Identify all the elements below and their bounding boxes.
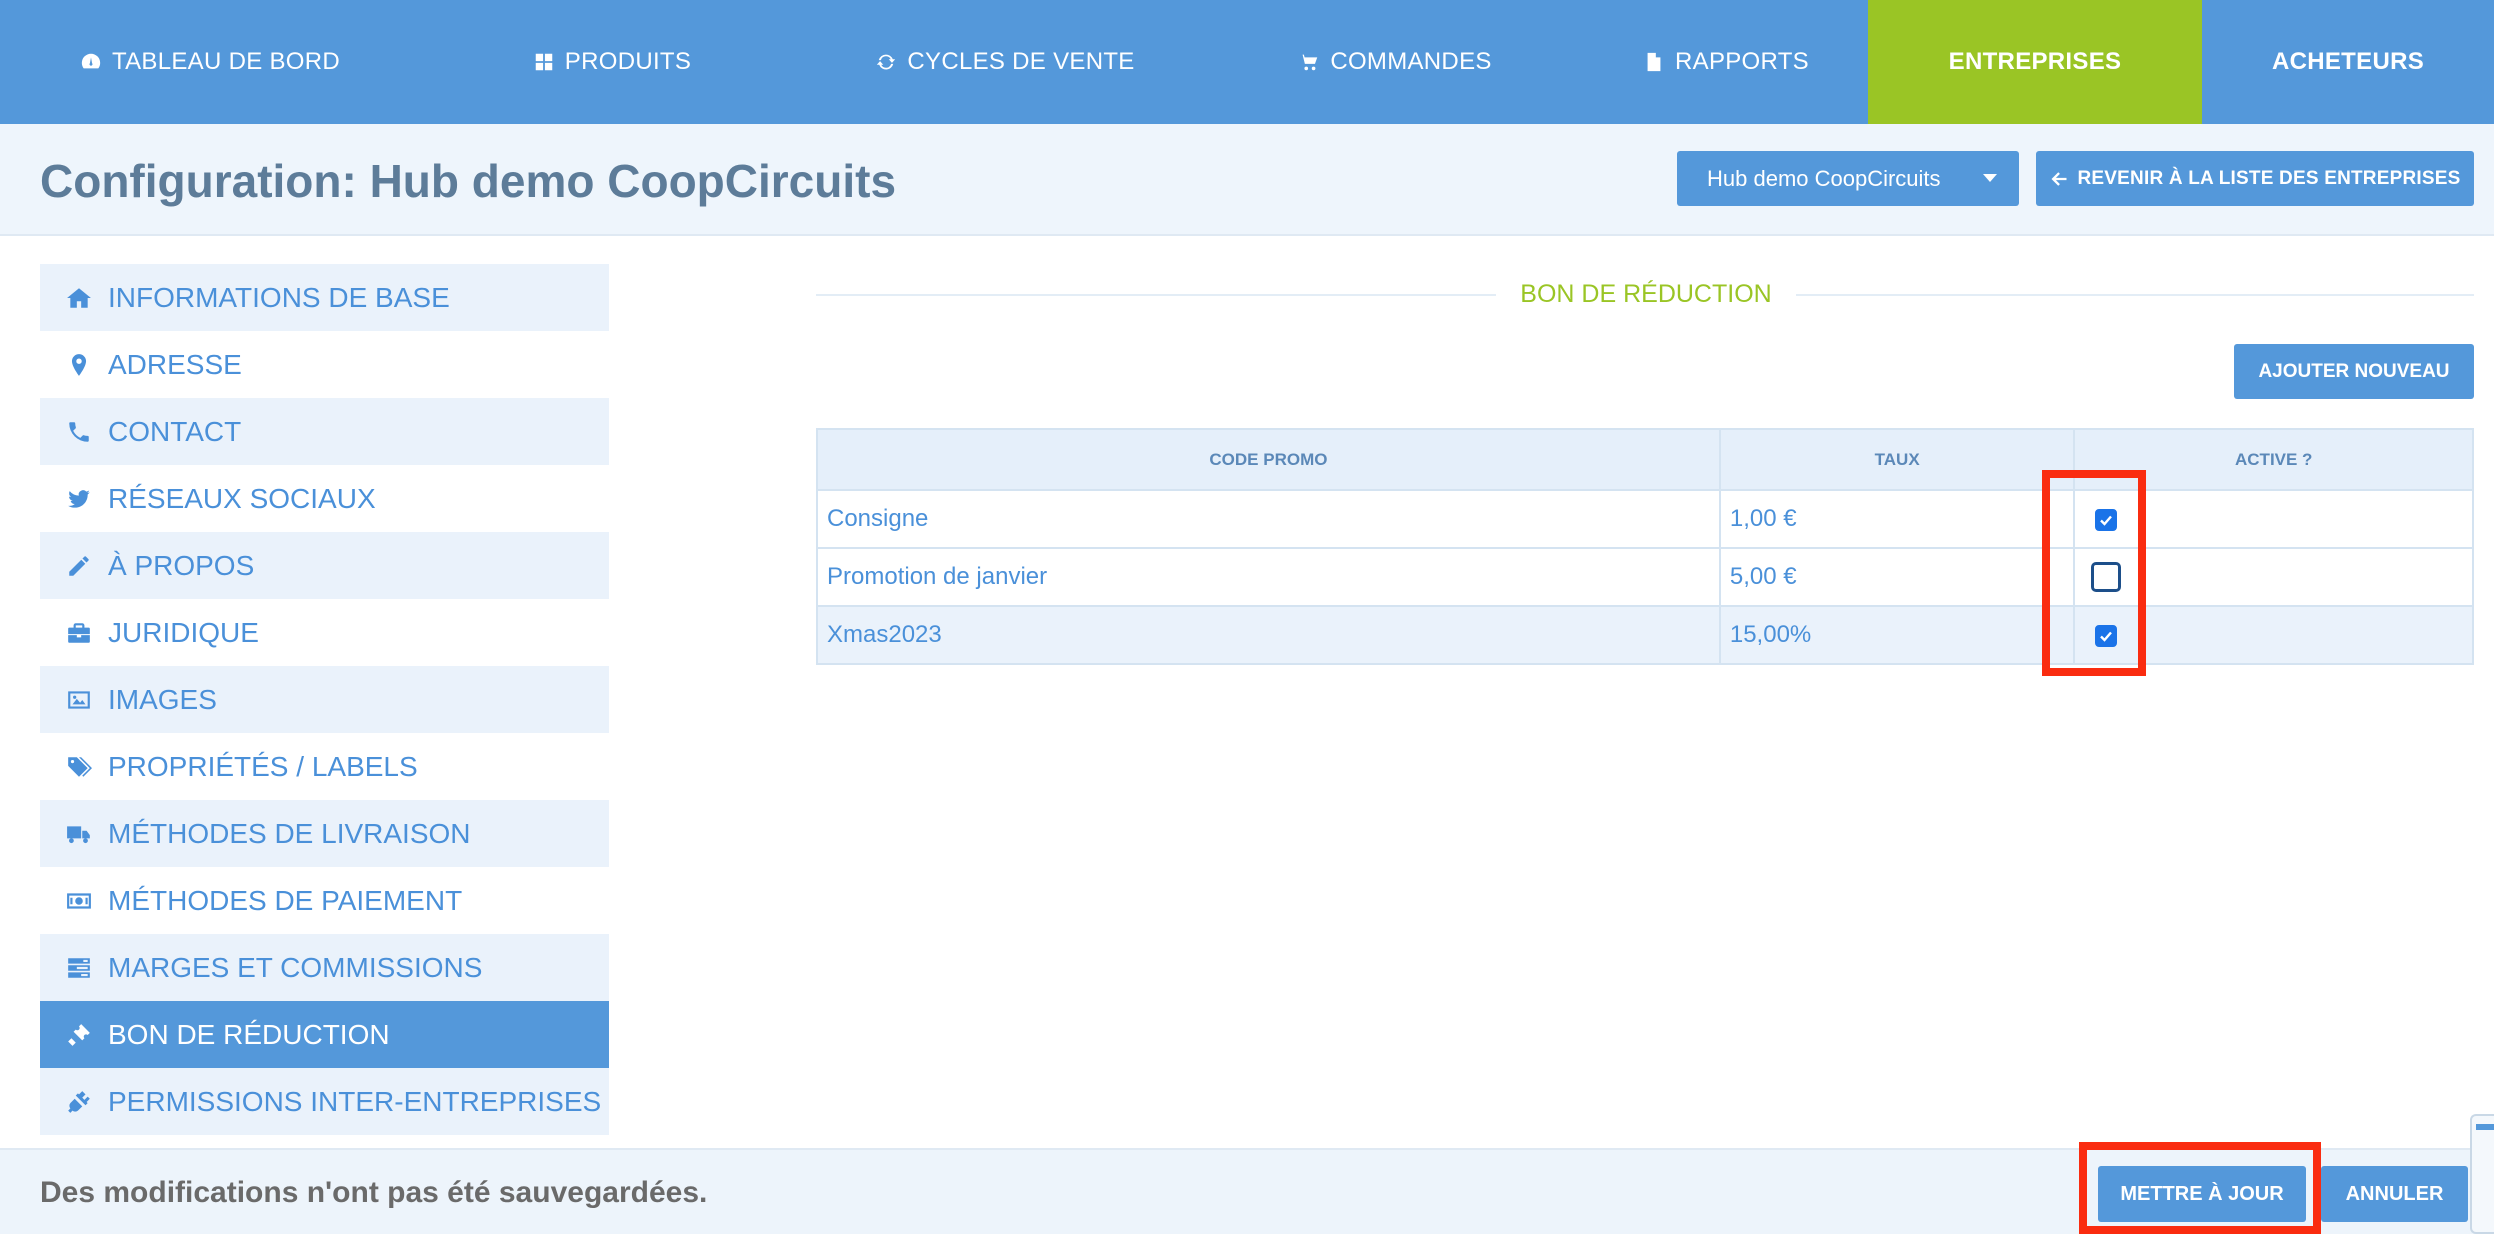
sidebar-item-contact[interactable]: CONTACT <box>40 398 609 465</box>
add-voucher-button[interactable]: AJOUTER NOUVEAU <box>2234 344 2474 399</box>
section-divider <box>816 294 1496 296</box>
nav-label: TABLEAU DE BORD <box>111 48 341 75</box>
nav-commandes[interactable]: COMMANDES <box>1206 0 1584 124</box>
sidebar-item-informations-de-base[interactable]: INFORMATIONS DE BASE <box>40 264 609 331</box>
refresh-icon <box>877 54 896 70</box>
sidebar-item-label: CONTACT <box>108 415 242 447</box>
voucher-rate: 1,00 € <box>1718 489 2076 549</box>
nav-label: CYCLES DE VENTE <box>907 48 1135 75</box>
briefcase-icon <box>68 622 90 643</box>
sidebar-item-label: JURIDIQUE <box>108 616 259 648</box>
unsaved-changes-message: Des modifications n'ont pas été sauvegar… <box>40 1176 708 1209</box>
home-icon <box>67 287 91 308</box>
sidebar-item-images[interactable]: IMAGES <box>40 666 609 733</box>
sidebar-item-methodes-de-paiement[interactable]: MÉTHODES DE PAIEMENT <box>40 867 609 934</box>
nav-acheteurs[interactable]: ACHETEURS <box>2202 0 2494 124</box>
dashboard-icon <box>81 53 101 69</box>
voucher-code[interactable]: Xmas2023 <box>816 605 1721 665</box>
sidebar-item-adresse[interactable]: ADRESSE <box>40 331 609 398</box>
nav-label: ENTREPRISES <box>1948 48 2122 75</box>
ticket-icon <box>68 1023 90 1046</box>
back-to-enterprises-button[interactable]: REVENIR À LA LISTE DES ENTREPRISES <box>2036 151 2474 206</box>
sidebar-item-marges-et-commissions[interactable]: MARGES ET COMMISSIONS <box>40 934 609 1001</box>
file-icon <box>1647 52 1661 72</box>
twitter-icon <box>68 489 90 508</box>
enterprise-select-value: Hub demo CoopCircuits <box>1707 165 1941 191</box>
nav-label: PRODUITS <box>564 48 692 75</box>
money-icon <box>67 892 91 909</box>
chevron-down-icon <box>1983 174 1997 182</box>
voucher-rate: 5,00 € <box>1718 547 2076 607</box>
cart-icon <box>1300 54 1318 71</box>
sidebar-item-bon-de-reduction[interactable]: BON DE RÉDUCTION <box>40 1001 609 1068</box>
nav-rapports[interactable]: RAPPORTS <box>1584 0 1868 124</box>
sidebar-item-proprietes-labels[interactable]: PROPRIÉTÉS / LABELS <box>40 733 609 800</box>
sidebar-item-label: À PROPOS <box>108 549 255 581</box>
pencil-icon <box>69 555 89 576</box>
sidebar-item-label: IMAGES <box>108 683 217 715</box>
column-header-code-promo: CODE PROMO <box>816 428 1721 491</box>
sidebar-item-permissions-inter-entreprises[interactable]: PERMISSIONS INTER-ENTREPRISES <box>40 1068 609 1135</box>
image-icon <box>68 690 90 709</box>
nav-tableau-de-bord[interactable]: TABLEAU DE BORD <box>0 0 420 124</box>
map-marker-icon <box>71 353 87 376</box>
section-divider <box>1796 294 2474 296</box>
highlight-box-update-button <box>2079 1142 2321 1234</box>
sidebar-item-label: MARGES ET COMMISSIONS <box>108 951 483 983</box>
sidebar-item-a-propos[interactable]: À PROPOS <box>40 532 609 599</box>
sidebar-item-label: PROPRIÉTÉS / LABELS <box>108 750 418 782</box>
sidebar-item-label: ADRESSE <box>108 348 242 380</box>
page-header: Configuration: Hub demo CoopCircuits Hub… <box>0 124 2494 236</box>
arrow-left-icon <box>2051 171 2066 186</box>
nav-label: RAPPORTS <box>1675 48 1809 75</box>
sidebar-item-label: MÉTHODES DE PAIEMENT <box>108 884 463 916</box>
sidebar-item-juridique[interactable]: JURIDIQUE <box>40 599 609 666</box>
enterprise-select[interactable]: Hub demo CoopCircuits <box>1677 151 2019 206</box>
section-title: BON DE RÉDUCTION <box>1520 280 1772 308</box>
nav-entreprises[interactable]: ENTREPRISES <box>1868 0 2202 138</box>
voucher-rate: 15,00% <box>1718 605 2076 665</box>
sidebar-item-label: PERMISSIONS INTER-ENTREPRISES <box>108 1085 602 1117</box>
table-row: Xmas2023 15,00% <box>816 605 2474 665</box>
voucher-code[interactable]: Consigne <box>816 489 1721 549</box>
highlight-box-checkboxes <box>2042 470 2146 676</box>
nav-label: COMMANDES <box>1330 48 1492 75</box>
tasks-icon <box>68 957 90 978</box>
top-nav: TABLEAU DE BORD PRODUITS CYCLES DE VENTE… <box>0 0 2494 138</box>
sidebar-item-reseaux-sociaux[interactable]: RÉSEAUX SOCIAUX <box>40 465 609 532</box>
sidebar-item-label: MÉTHODES DE LIVRAISON <box>108 817 471 849</box>
nav-produits[interactable]: PRODUITS <box>420 0 804 124</box>
plug-icon <box>68 1090 90 1113</box>
column-header-taux: TAUX <box>1718 428 2076 491</box>
page-title: Configuration: Hub demo CoopCircuits <box>40 155 897 207</box>
cancel-button[interactable]: ANNULER <box>2321 1166 2468 1222</box>
table-header-row: CODE PROMO TAUX ACTIVE ? <box>816 428 2474 491</box>
sidebar-item-label: RÉSEAUX SOCIAUX <box>108 482 376 514</box>
table-row: Promotion de janvier 5,00 € <box>816 547 2474 607</box>
settings-sidebar: INFORMATIONS DE BASE ADRESSE CONTACT RÉS… <box>40 264 609 1135</box>
tags-icon <box>68 756 92 777</box>
sidebar-item-label: INFORMATIONS DE BASE <box>108 281 450 313</box>
nav-cycles-de-vente[interactable]: CYCLES DE VENTE <box>804 0 1206 124</box>
nav-label: ACHETEURS <box>2271 48 2425 75</box>
grid-icon <box>535 53 553 71</box>
vouchers-table: CODE PROMO TAUX ACTIVE ? Consigne 1,00 €… <box>816 428 2474 665</box>
phone-icon <box>69 421 89 442</box>
voucher-code[interactable]: Promotion de janvier <box>816 547 1721 607</box>
truck-icon <box>67 825 90 843</box>
table-row: Consigne 1,00 € <box>816 489 2474 549</box>
page-thumbnail-preview <box>2470 1114 2494 1234</box>
sidebar-item-methodes-de-livraison[interactable]: MÉTHODES DE LIVRAISON <box>40 800 609 867</box>
sidebar-item-label: BON DE RÉDUCTION <box>108 1018 390 1050</box>
back-button-label: REVENIR À LA LISTE DES ENTREPRISES <box>2077 167 2461 189</box>
